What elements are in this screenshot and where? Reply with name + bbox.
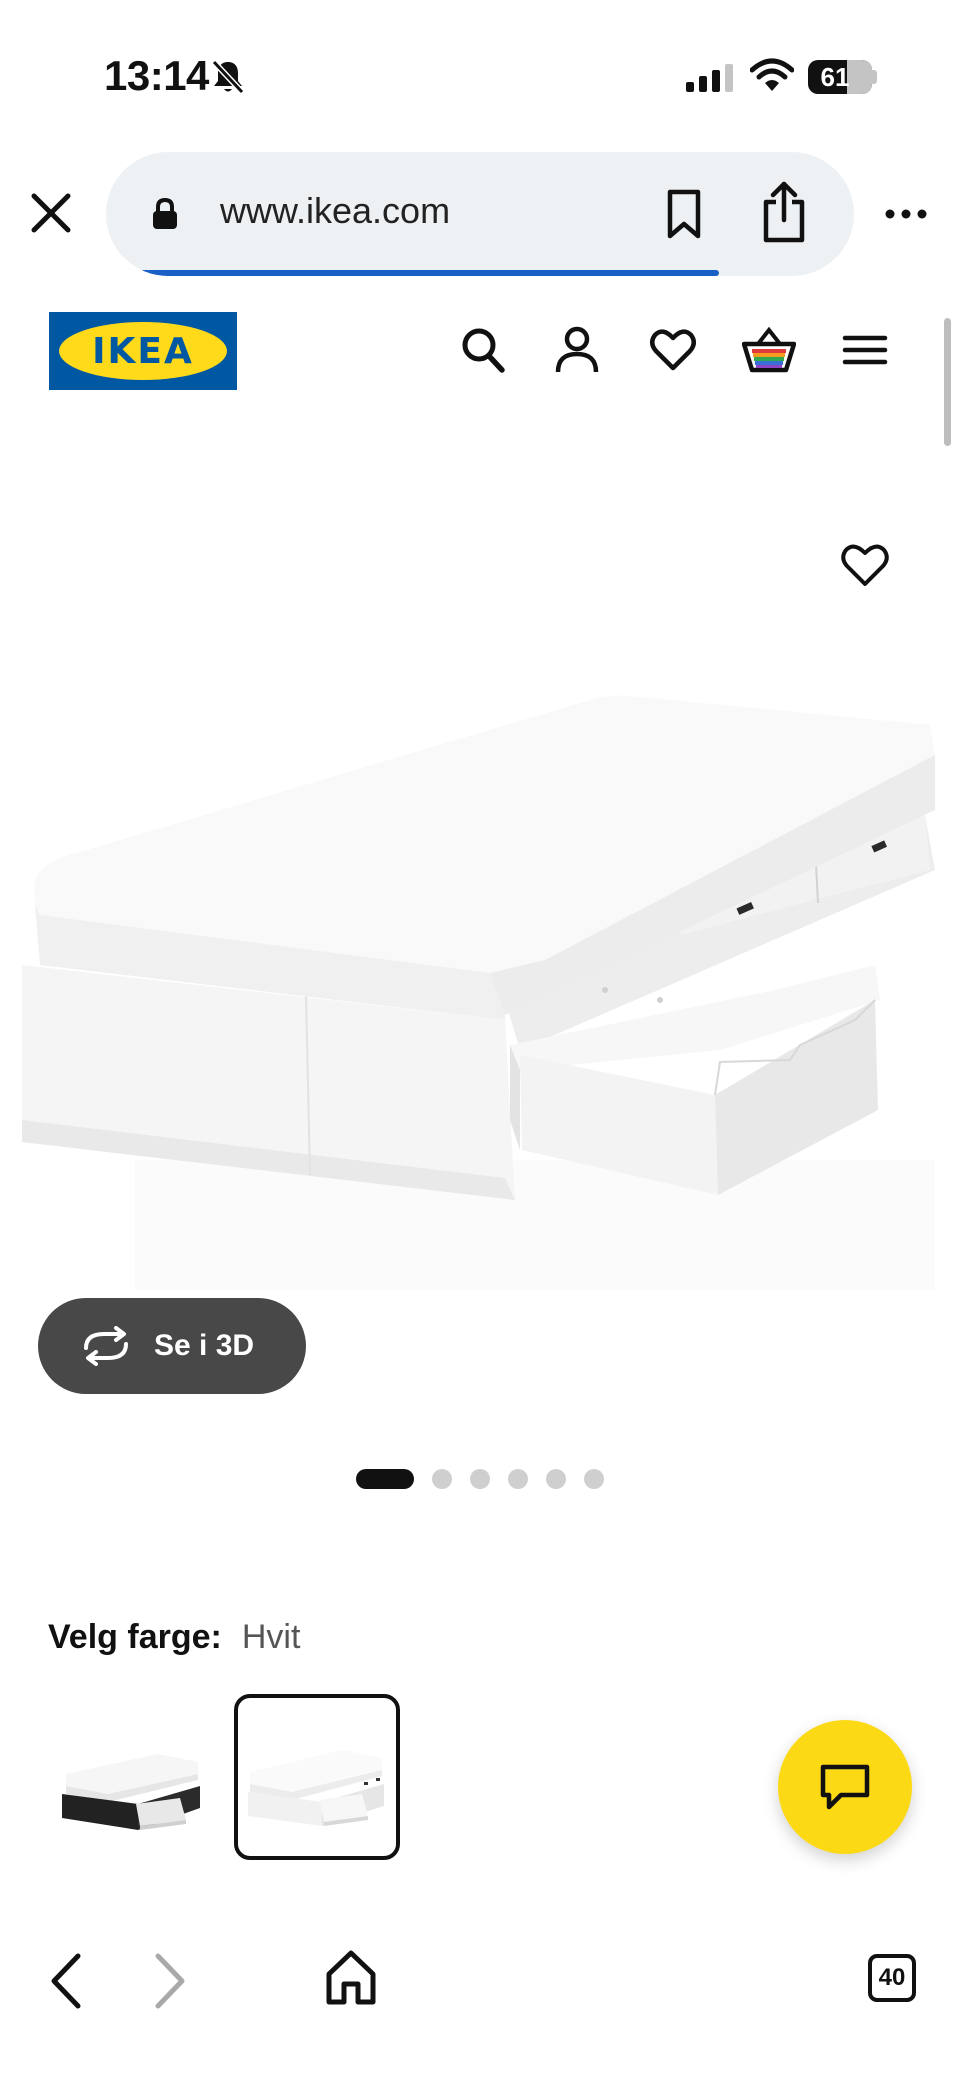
black-brown-variant-thumbnail [62,1754,200,1830]
logo-text: IKEA [92,330,194,372]
product-image-bed-white[interactable] [0,680,960,1300]
close-icon[interactable] [28,190,74,236]
back-icon[interactable] [46,1952,86,2010]
scrollbar-thumb[interactable] [944,318,951,446]
search-icon[interactable] [458,324,508,376]
color-label: Velg farge: [48,1618,222,1656]
account-icon[interactable] [552,324,602,376]
url-text: www.ikea.com [220,190,451,231]
heart-icon[interactable] [648,324,698,376]
share-icon[interactable] [760,180,808,244]
page-load-progress [106,270,720,276]
view-in-3d-label: Se i 3D [154,1329,255,1362]
favourite-heart-icon[interactable] [838,540,892,590]
home-icon[interactable] [324,1948,378,2008]
color-swatch-black-brown[interactable] [48,1694,214,1860]
image-carousel-dots [356,1468,604,1490]
carousel-dot[interactable] [470,1469,490,1489]
menu-icon[interactable] [840,324,890,376]
status-bar: 13:14 61 [0,0,960,150]
color-value: Hvit [241,1618,301,1656]
carousel-dot[interactable] [584,1469,604,1489]
carousel-dot[interactable] [432,1469,452,1489]
bookmark-icon[interactable] [662,188,706,240]
carousel-dot[interactable] [356,1469,414,1489]
more-icon[interactable] [884,204,928,224]
ikea-logo[interactable]: IKEA [49,312,237,390]
chat-icon [820,1764,870,1810]
forward-icon[interactable] [150,1952,190,2010]
color-swatch-white[interactable] [234,1694,400,1860]
lock-icon [153,198,177,229]
rotate-3d-icon [84,1326,128,1366]
chat-button[interactable] [778,1720,912,1854]
color-select-row: Velg farge: Hvit [48,1618,300,1657]
tab-count: 40 [878,1964,906,1991]
signal-icon [686,64,733,92]
browser-bottom-toolbar: 40 [0,1900,960,2087]
tabs-icon[interactable]: 40 [868,1954,916,2002]
battery-icon: 61 [808,60,872,94]
bell-slash-icon [211,59,245,95]
carousel-dot[interactable] [508,1469,528,1489]
view-in-3d-button[interactable]: Se i 3D [38,1298,306,1394]
white-variant-thumbnail [248,1750,384,1826]
battery-cap [872,70,877,84]
battery-level: 61 [820,62,850,92]
carousel-dot[interactable] [546,1469,566,1489]
status-time: 13:14 [104,52,209,99]
url-bar[interactable]: www.ikea.com [106,152,854,276]
wifi-icon [750,58,794,91]
cart-icon[interactable] [742,324,796,376]
